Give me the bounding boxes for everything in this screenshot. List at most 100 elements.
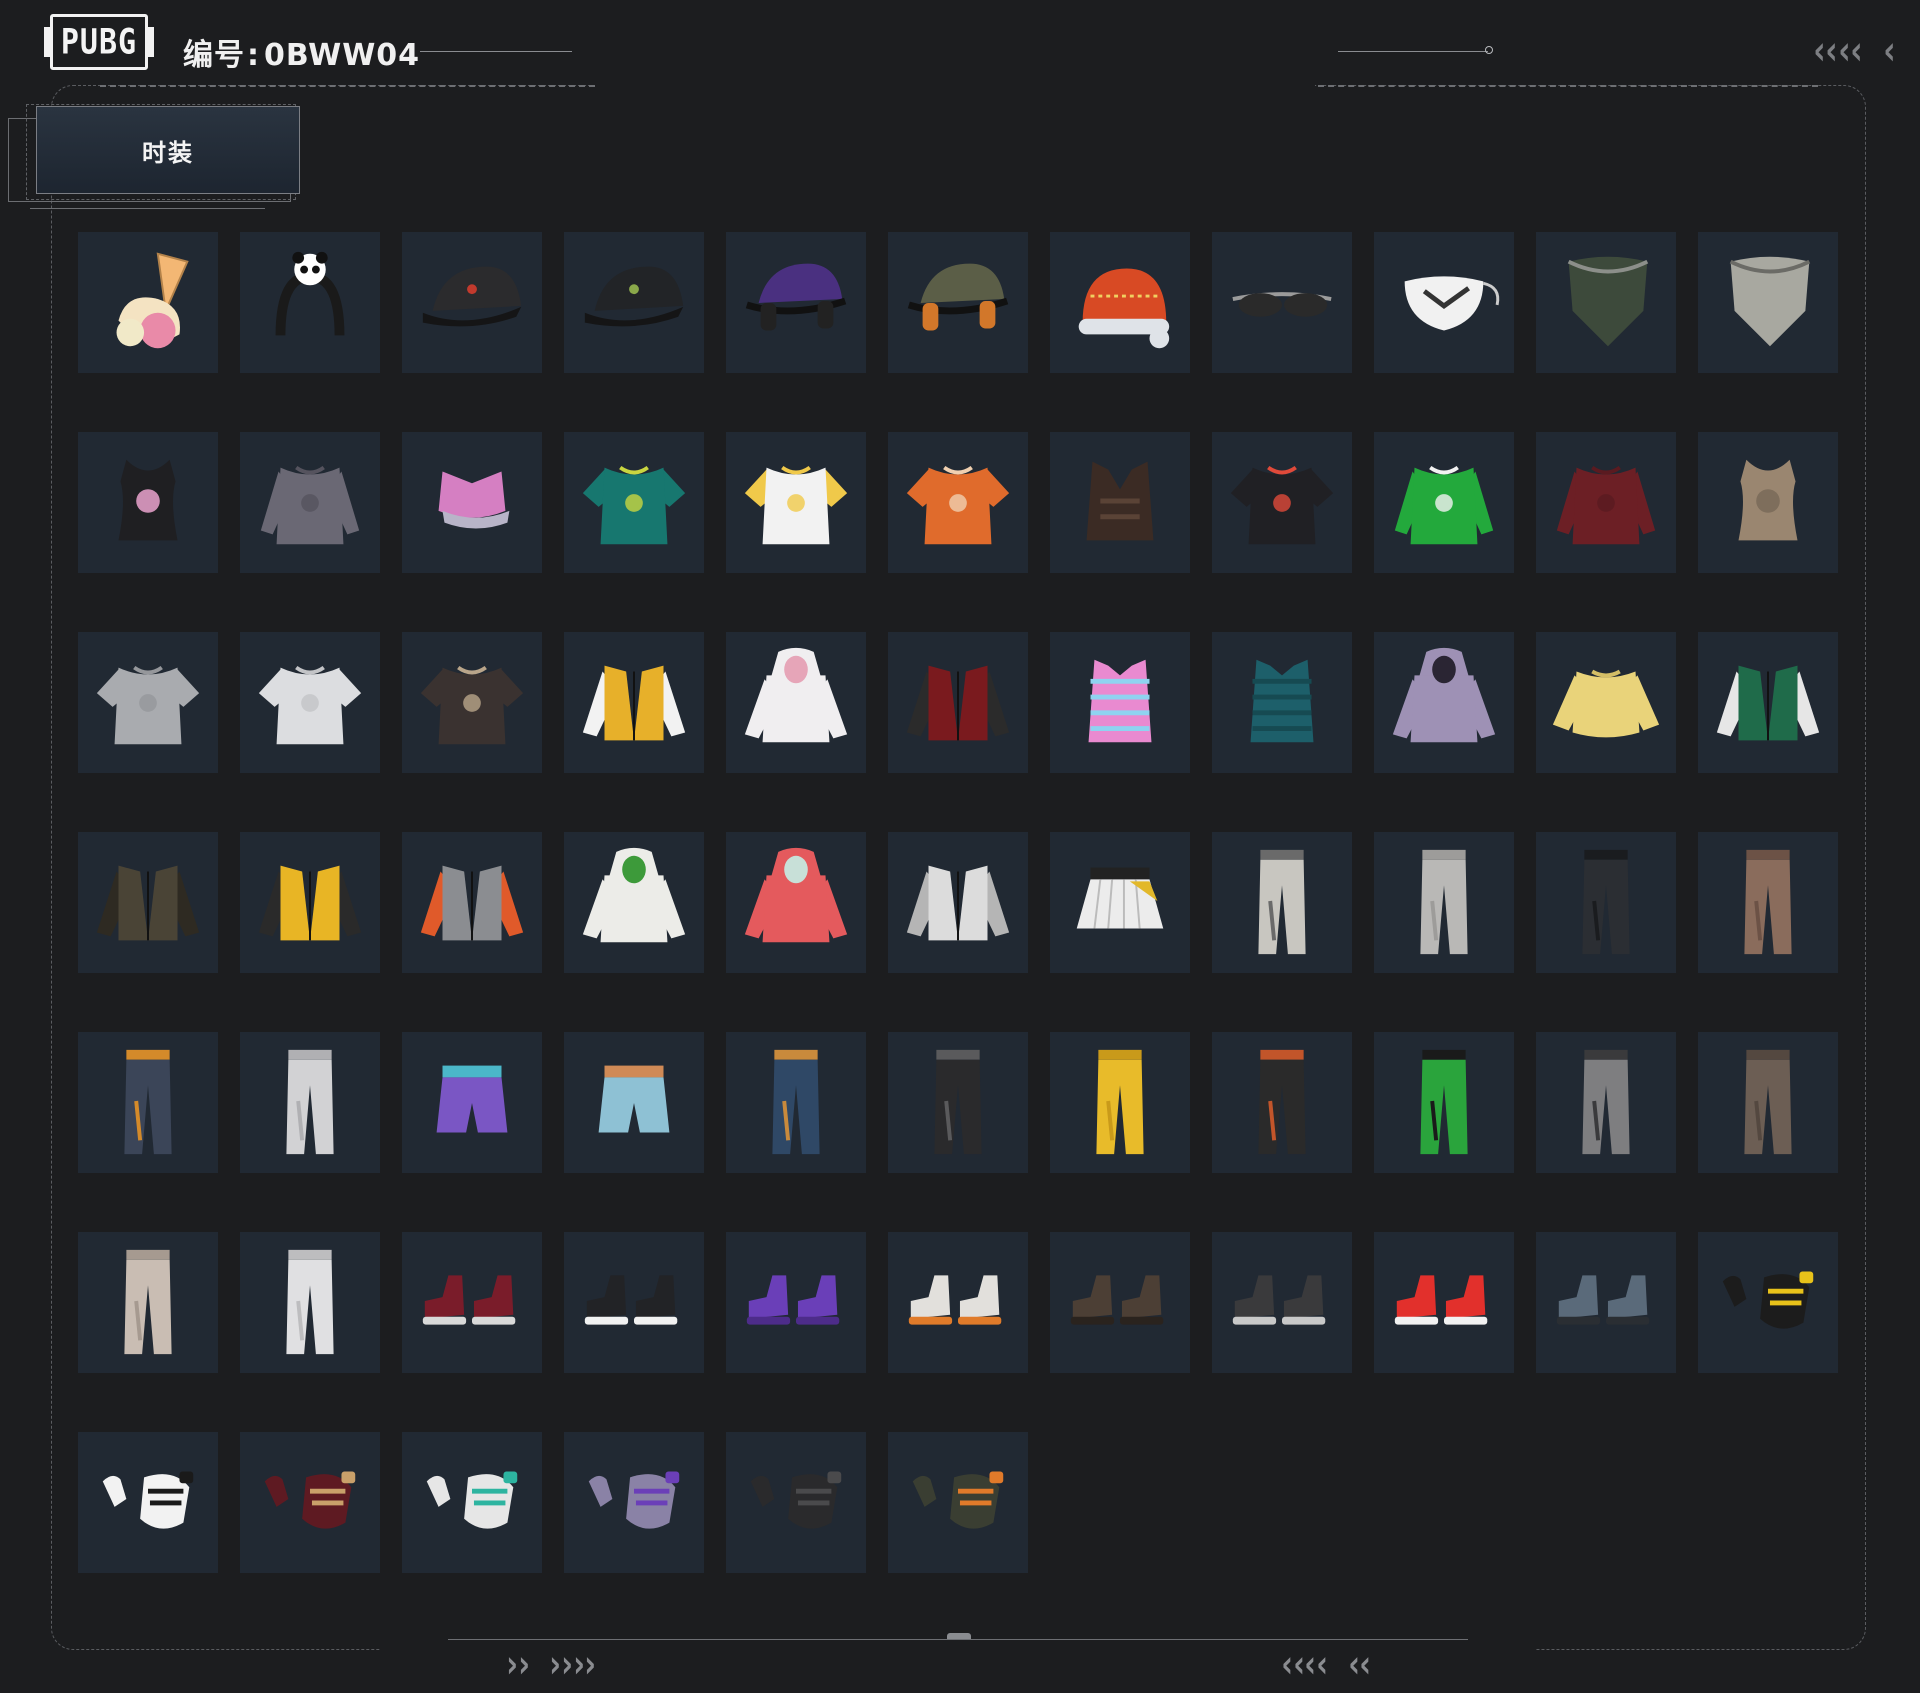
item-tile[interactable] (240, 1432, 380, 1573)
item-tile[interactable] (402, 832, 542, 973)
item-tile[interactable] (1698, 1032, 1838, 1173)
camo-pants-icon (1547, 1042, 1665, 1164)
item-tile[interactable] (240, 1232, 380, 1373)
item-tile[interactable] (1374, 432, 1514, 573)
item-tile[interactable] (402, 1232, 542, 1373)
item-tile[interactable] (726, 232, 866, 373)
item-tile[interactable] (1698, 632, 1838, 773)
item-tile[interactable] (564, 832, 704, 973)
item-tile[interactable] (1212, 632, 1352, 773)
panda-gloves-icon (89, 1442, 207, 1564)
item-tile[interactable] (1698, 1232, 1838, 1373)
item-tile[interactable] (402, 1432, 542, 1573)
item-tile[interactable] (402, 232, 542, 373)
item-tile[interactable] (564, 632, 704, 773)
tab-fashion[interactable]: 时装 (36, 106, 300, 194)
item-tile[interactable] (888, 632, 1028, 773)
item-tile[interactable] (240, 432, 380, 573)
item-tile[interactable] (1374, 832, 1514, 973)
item-tile[interactable] (402, 432, 542, 573)
item-tile[interactable] (888, 1432, 1028, 1573)
item-tile[interactable] (78, 1232, 218, 1373)
item-tile[interactable] (726, 1032, 866, 1173)
item-tile[interactable] (78, 1432, 218, 1573)
item-tile[interactable] (888, 232, 1028, 373)
sunglasses-icon (1223, 242, 1341, 364)
item-tile[interactable] (1698, 832, 1838, 973)
item-tile[interactable] (78, 632, 218, 773)
grey-shirt-icon (251, 442, 369, 564)
item-tile[interactable] (1212, 832, 1352, 973)
blue-jeans-icon (737, 1042, 855, 1164)
item-tile[interactable] (1050, 1232, 1190, 1373)
item-tile[interactable] (1374, 1032, 1514, 1173)
item-tile[interactable] (888, 832, 1028, 973)
item-tile[interactable] (1212, 1032, 1352, 1173)
item-tile[interactable] (726, 1432, 866, 1573)
item-tile[interactable] (240, 1032, 380, 1173)
black-ripped-jeans-icon (899, 1042, 1017, 1164)
black-cap-red-logo-icon (413, 242, 531, 364)
item-tile[interactable] (402, 632, 542, 773)
item-tile[interactable] (1536, 1232, 1676, 1373)
black-cargo-pants-icon (1223, 1042, 1341, 1164)
item-tile[interactable] (240, 832, 380, 973)
camo-bandana-icon (1547, 242, 1665, 364)
item-tile[interactable] (1536, 1032, 1676, 1173)
item-tile[interactable] (726, 1232, 866, 1373)
item-tile[interactable] (564, 1032, 704, 1173)
item-tile[interactable] (78, 832, 218, 973)
ice-cream-headwear-icon (89, 242, 207, 364)
item-tile[interactable] (726, 432, 866, 573)
item-tile[interactable] (1212, 232, 1352, 373)
item-tile[interactable] (402, 1032, 542, 1173)
camo-leather-jacket-icon (89, 842, 207, 964)
item-tile[interactable] (1050, 832, 1190, 973)
frame-dash-top-right (1318, 85, 1818, 87)
item-tile[interactable] (1536, 632, 1676, 773)
gradient-cargo-shorts-icon (413, 1042, 531, 1164)
item-tile[interactable] (1050, 432, 1190, 573)
item-tile[interactable] (564, 1232, 704, 1373)
camo-boots-icon (1547, 1242, 1665, 1364)
item-tile[interactable] (1374, 1232, 1514, 1373)
teal-puffer-vest-icon (1223, 642, 1341, 764)
item-tile[interactable] (888, 1232, 1028, 1373)
item-tile[interactable] (888, 432, 1028, 573)
yellow-rain-jacket-icon (251, 842, 369, 964)
item-tile[interactable] (1374, 232, 1514, 373)
item-tile[interactable] (1536, 832, 1676, 973)
item-tile[interactable] (1536, 232, 1676, 373)
item-tile[interactable] (1212, 1232, 1352, 1373)
tab-underline (30, 208, 265, 209)
item-tile[interactable] (78, 432, 218, 573)
item-tile[interactable] (78, 232, 218, 373)
item-tile[interactable] (726, 632, 866, 773)
lilac-hoodie-icon (1385, 642, 1503, 764)
purple-grey-gloves-icon (575, 1442, 693, 1564)
black-yellow-gloves-icon (1709, 1242, 1827, 1364)
white-tee-icon (251, 642, 369, 764)
item-tile[interactable] (78, 1032, 218, 1173)
item-tile[interactable] (240, 632, 380, 773)
item-tile[interactable] (888, 1032, 1028, 1173)
item-tile[interactable] (1050, 632, 1190, 773)
item-tile[interactable] (1698, 432, 1838, 573)
item-tile[interactable] (1536, 432, 1676, 573)
item-tile[interactable] (1050, 232, 1190, 373)
item-tile[interactable] (564, 1432, 704, 1573)
item-tile[interactable] (1698, 232, 1838, 373)
item-tile[interactable] (1212, 432, 1352, 573)
beige-leggings-icon (89, 1242, 207, 1364)
green-jersey-icon (1385, 442, 1503, 564)
item-code-value: 0BWW04 (264, 38, 421, 73)
item-tile[interactable] (564, 232, 704, 373)
item-tile[interactable] (240, 232, 380, 373)
item-tile[interactable] (564, 432, 704, 573)
pleated-skirt-icon (1061, 842, 1179, 964)
camo-tactical-gloves-icon (899, 1442, 1017, 1564)
yellow-sweater-icon (1547, 642, 1665, 764)
item-tile[interactable] (1374, 632, 1514, 773)
item-tile[interactable] (1050, 1032, 1190, 1173)
item-tile[interactable] (726, 832, 866, 973)
